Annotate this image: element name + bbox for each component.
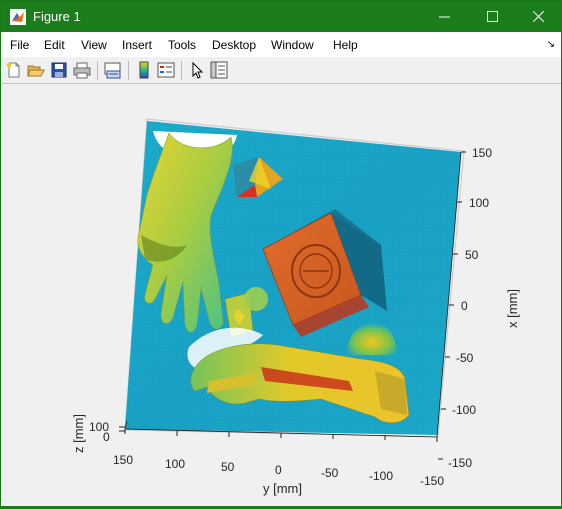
colorbar-icon[interactable] xyxy=(135,61,153,79)
menu-window[interactable]: Window xyxy=(271,38,314,52)
edit-plot-arrow-icon[interactable] xyxy=(188,61,206,79)
legend-icon[interactable] xyxy=(157,61,175,79)
property-inspector-icon[interactable] xyxy=(210,61,228,79)
new-figure-icon[interactable] xyxy=(5,61,23,79)
minimize-icon xyxy=(438,16,450,18)
z-axis-label: z [mm] xyxy=(71,414,86,453)
menu-file[interactable]: File xyxy=(10,38,29,52)
toolbar-separator xyxy=(181,61,182,80)
axes-3d[interactable]: 150 100 50 0 -50 -100 -150 x [mm] 150 10… xyxy=(1,85,561,506)
toolbar-separator xyxy=(128,61,129,80)
menu-dock-arrow-icon[interactable]: ↘ xyxy=(547,39,555,50)
x-tick-label: 150 xyxy=(472,146,492,160)
close-icon xyxy=(532,11,544,22)
y-tick-label: 100 xyxy=(165,457,185,471)
figure-canvas: 150 100 50 0 -50 -100 -150 x [mm] 150 10… xyxy=(1,85,561,506)
x-axis-label: x [mm] xyxy=(505,289,520,328)
y-tick-label: 50 xyxy=(221,460,235,474)
y-tick-label: -50 xyxy=(321,466,339,480)
y-tick-label: 0 xyxy=(275,463,282,477)
window-title: Figure 1 xyxy=(33,9,81,24)
minimize-button[interactable] xyxy=(421,1,467,32)
x-tick-label: -150 xyxy=(448,456,472,470)
figure-window: Figure 1 File Edit View Insert Tools Des… xyxy=(0,0,562,506)
z-tick-labels: 100 0 xyxy=(89,420,110,444)
print-icon[interactable] xyxy=(73,61,91,79)
y-tick-label: -150 xyxy=(420,474,444,488)
z-axis-ticks xyxy=(119,426,125,432)
close-button[interactable] xyxy=(515,1,561,32)
menu-view[interactable]: View xyxy=(81,38,107,52)
menu-bar: File Edit View Insert Tools Desktop Wind… xyxy=(1,32,561,57)
matlab-icon xyxy=(10,9,26,25)
menu-help[interactable]: Help xyxy=(333,38,358,52)
y-axis-label: y [mm] xyxy=(263,481,302,496)
x-tick-label: 0 xyxy=(461,299,468,313)
menu-desktop[interactable]: Desktop xyxy=(212,38,256,52)
menu-edit[interactable]: Edit xyxy=(44,38,65,52)
maximize-icon xyxy=(486,11,498,22)
x-tick-label: -100 xyxy=(452,403,476,417)
menu-insert[interactable]: Insert xyxy=(122,38,152,52)
link-plot-icon[interactable] xyxy=(104,61,122,79)
open-file-icon[interactable] xyxy=(27,61,45,79)
z-tick-label: 0 xyxy=(103,430,110,444)
x-tick-label: 50 xyxy=(465,248,479,262)
menu-tools[interactable]: Tools xyxy=(168,38,196,52)
save-icon[interactable] xyxy=(50,61,68,79)
toolbar-separator xyxy=(97,61,98,80)
maximize-button[interactable] xyxy=(469,1,515,32)
tool-bar xyxy=(1,57,561,84)
y-tick-label: 150 xyxy=(113,453,133,467)
title-bar[interactable]: Figure 1 xyxy=(1,1,561,32)
y-tick-label: -100 xyxy=(369,469,393,483)
small-sphere xyxy=(244,287,268,311)
x-tick-label: -50 xyxy=(456,351,474,365)
x-tick-label: 100 xyxy=(469,196,489,210)
